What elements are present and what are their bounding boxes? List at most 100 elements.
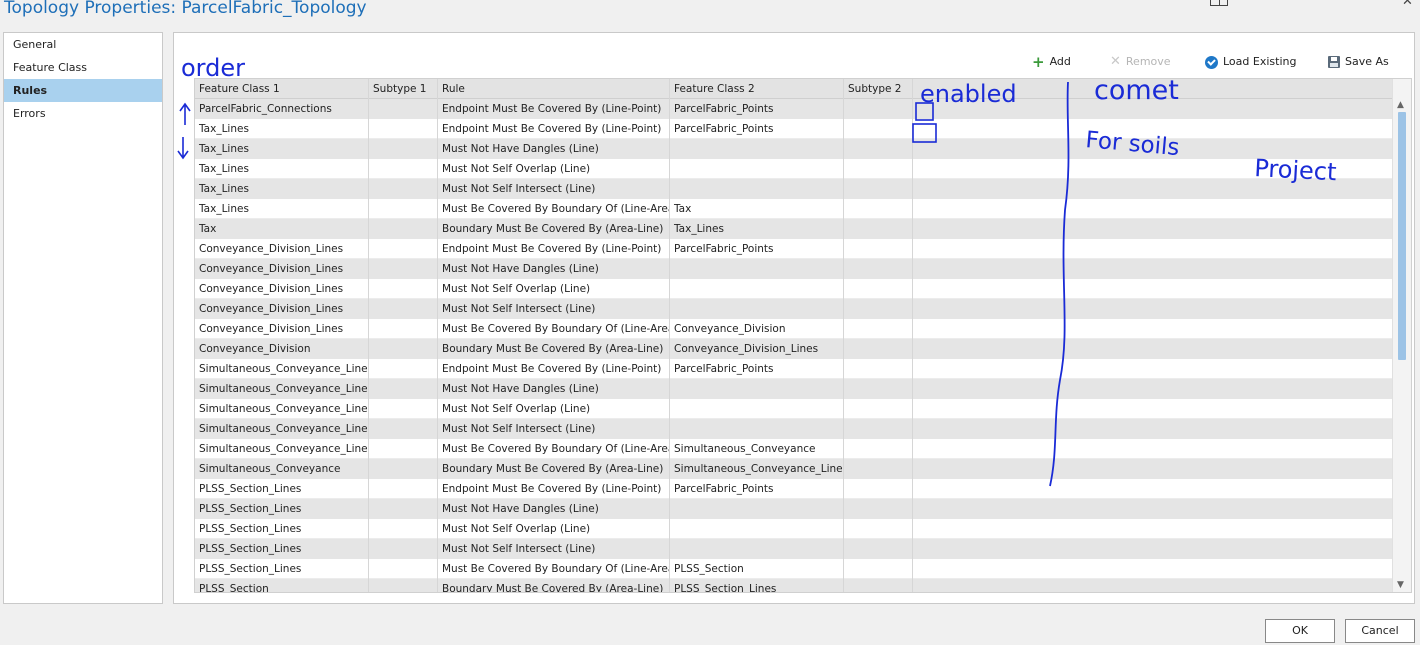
table-cell[interactable]: Must Be Covered By Boundary Of (Line-Are… <box>438 559 670 579</box>
table-row[interactable]: Tax_Lines Endpoint Must Be Covered By (Li… <box>195 119 1392 139</box>
table-cell[interactable]: Must Not Have Dangles (Line) <box>438 139 670 159</box>
table-row[interactable]: Conveyance_Division_Lines Endpoint Must B… <box>195 239 1392 259</box>
add-button[interactable]: + Add <box>1032 53 1071 71</box>
table-cell[interactable]: Tax_Lines <box>195 199 369 219</box>
table-cell[interactable]: ParcelFabric_Points <box>670 119 844 139</box>
table-row[interactable]: Conveyance_Division Boundary Must Be Cove… <box>195 339 1392 359</box>
table-cell[interactable]: Simultaneous_Conveyance_Lines <box>195 379 369 399</box>
table-row[interactable]: Simultaneous_Conveyance_Lines Must Be Cov… <box>195 439 1392 459</box>
table-cell[interactable]: PLSS_Section_Lines <box>670 579 844 592</box>
table-cell[interactable]: Must Not Self Intersect (Line) <box>438 299 670 319</box>
table-cell[interactable]: Must Not Have Dangles (Line) <box>438 259 670 279</box>
close-icon[interactable]: ✕ <box>1402 0 1413 9</box>
table-cell[interactable] <box>670 279 844 299</box>
table-cell[interactable]: Must Be Covered By Boundary Of (Line-Are… <box>438 439 670 459</box>
table-row[interactable]: Simultaneous_Conveyance_Lines Must Not Se… <box>195 399 1392 419</box>
table-cell[interactable]: Simultaneous_Conveyance_Lines <box>195 359 369 379</box>
table-cell[interactable]: Endpoint Must Be Covered By (Line-Point) <box>438 99 670 119</box>
nav-item-errors[interactable]: Errors <box>4 102 162 125</box>
table-cell[interactable]: Simultaneous_Conveyance_Lines <box>195 439 369 459</box>
table-row[interactable]: Conveyance_Division_Lines Must Be Covered… <box>195 319 1392 339</box>
column-header[interactable]: Feature Class 2 <box>670 79 844 99</box>
table-row[interactable]: PLSS_Section_Lines Must Not Self Intersec… <box>195 539 1392 559</box>
remove-button[interactable]: ✕ Remove <box>1110 53 1171 71</box>
table-row[interactable]: Tax Boundary Must Be Covered By (Area-Lin… <box>195 219 1392 239</box>
table-cell[interactable]: PLSS_Section_Lines <box>195 519 369 539</box>
ok-button[interactable]: OK <box>1265 619 1335 643</box>
table-cell[interactable] <box>844 499 913 519</box>
table-cell[interactable] <box>844 559 913 579</box>
table-cell[interactable] <box>670 519 844 539</box>
table-row[interactable]: Simultaneous_Conveyance_Lines Endpoint Mu… <box>195 359 1392 379</box>
table-cell[interactable] <box>844 219 913 239</box>
table-row[interactable]: Simultaneous_Conveyance_Lines Must Not Se… <box>195 419 1392 439</box>
column-header[interactable]: Subtype 1 <box>369 79 438 99</box>
table-cell[interactable]: Endpoint Must Be Covered By (Line-Point) <box>438 359 670 379</box>
table-cell[interactable] <box>369 439 438 459</box>
table-cell[interactable]: Conveyance_Division_Lines <box>195 259 369 279</box>
table-cell[interactable] <box>369 359 438 379</box>
scroll-thumb[interactable] <box>1398 112 1406 360</box>
table-cell[interactable] <box>369 459 438 479</box>
table-cell[interactable] <box>844 199 913 219</box>
table-cell[interactable]: Tax <box>195 219 369 239</box>
table-row[interactable]: PLSS_Section_Lines Endpoint Must Be Cover… <box>195 479 1392 499</box>
table-row[interactable]: Simultaneous_Conveyance_Lines Must Not Ha… <box>195 379 1392 399</box>
table-cell[interactable]: Conveyance_Division_Lines <box>195 299 369 319</box>
table-cell[interactable]: Boundary Must Be Covered By (Area-Line) <box>438 579 670 592</box>
table-cell[interactable] <box>369 239 438 259</box>
table-cell[interactable]: Conveyance_Division <box>195 339 369 359</box>
table-cell[interactable]: Must Be Covered By Boundary Of (Line-Are… <box>438 199 670 219</box>
table-cell[interactable] <box>369 99 438 119</box>
load-existing-button[interactable]: Load Existing <box>1205 53 1296 71</box>
table-row[interactable]: PLSS_Section_Lines Must Not Have Dangles … <box>195 499 1392 519</box>
table-cell[interactable]: Endpoint Must Be Covered By (Line-Point) <box>438 239 670 259</box>
table-cell[interactable]: Simultaneous_Conveyance_Lines <box>670 459 844 479</box>
table-cell[interactable]: Simultaneous_Conveyance_Lines <box>195 399 369 419</box>
nav-item-rules[interactable]: Rules <box>4 79 162 102</box>
table-cell[interactable] <box>844 179 913 199</box>
table-row[interactable]: Tax_Lines Must Not Have Dangles (Line) <box>195 139 1392 159</box>
table-cell[interactable]: Must Be Covered By Boundary Of (Line-Are… <box>438 319 670 339</box>
table-cell[interactable] <box>369 379 438 399</box>
table-cell[interactable]: Tax_Lines <box>195 159 369 179</box>
table-cell[interactable] <box>844 419 913 439</box>
cancel-button[interactable]: Cancel <box>1345 619 1415 643</box>
table-cell[interactable] <box>670 159 844 179</box>
table-cell[interactable] <box>670 399 844 419</box>
table-row[interactable]: Tax_Lines Must Be Covered By Boundary Of … <box>195 199 1392 219</box>
table-cell[interactable] <box>369 199 438 219</box>
table-cell[interactable] <box>844 519 913 539</box>
table-cell[interactable]: Conveyance_Division_Lines <box>195 319 369 339</box>
table-cell[interactable] <box>844 539 913 559</box>
table-cell[interactable]: Must Not Self Overlap (Line) <box>438 519 670 539</box>
table-cell[interactable]: Conveyance_Division_Lines <box>195 239 369 259</box>
layout-icon[interactable] <box>1210 0 1228 6</box>
table-cell[interactable] <box>844 119 913 139</box>
table-cell[interactable] <box>369 259 438 279</box>
table-cell[interactable] <box>844 439 913 459</box>
table-cell[interactable] <box>369 119 438 139</box>
table-cell[interactable] <box>844 259 913 279</box>
table-cell[interactable]: Tax_Lines <box>195 179 369 199</box>
table-cell[interactable] <box>369 399 438 419</box>
table-row[interactable]: ParcelFabric_Connections Endpoint Must Be… <box>195 99 1392 119</box>
table-row[interactable]: Conveyance_Division_Lines Must Not Self I… <box>195 299 1392 319</box>
table-cell[interactable] <box>844 159 913 179</box>
table-cell[interactable]: Tax_Lines <box>195 139 369 159</box>
table-cell[interactable] <box>844 99 913 119</box>
table-cell[interactable] <box>369 139 438 159</box>
table-cell[interactable] <box>844 319 913 339</box>
table-cell[interactable]: ParcelFabric_Points <box>670 359 844 379</box>
table-cell[interactable]: Boundary Must Be Covered By (Area-Line) <box>438 339 670 359</box>
table-cell[interactable] <box>670 419 844 439</box>
table-cell[interactable] <box>369 559 438 579</box>
table-cell[interactable] <box>844 399 913 419</box>
table-cell[interactable] <box>670 379 844 399</box>
table-cell[interactable] <box>670 179 844 199</box>
nav-item-feature-class[interactable]: Feature Class <box>4 56 162 79</box>
table-cell[interactable]: ParcelFabric_Connections <box>195 99 369 119</box>
table-cell[interactable] <box>369 499 438 519</box>
table-row[interactable]: PLSS_Section Boundary Must Be Covered By … <box>195 579 1392 592</box>
scroll-down-icon[interactable]: ▼ <box>1397 580 1404 590</box>
